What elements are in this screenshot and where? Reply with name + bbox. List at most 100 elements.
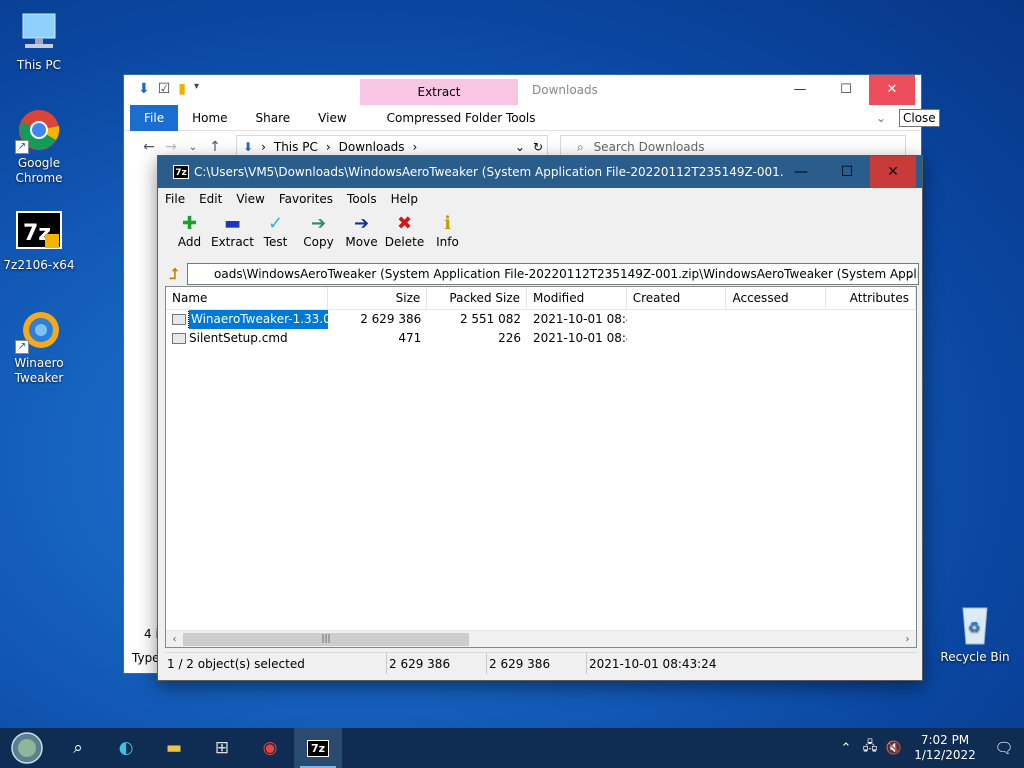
- menu-file[interactable]: File: [158, 192, 192, 206]
- column-header-packed-size[interactable]: Packed Size: [427, 287, 528, 309]
- menu-tools[interactable]: Tools: [340, 192, 384, 206]
- scroll-left-icon[interactable]: ‹: [166, 631, 183, 647]
- file-modified: 2021-10-01 08:43: [533, 331, 627, 345]
- notifications-icon[interactable]: 🗨: [984, 739, 1024, 757]
- taskbar-7zip[interactable]: 7z: [294, 728, 342, 768]
- menu-edit[interactable]: Edit: [192, 192, 229, 206]
- file-name: SilentSetup.cmd: [189, 331, 288, 345]
- refresh-icon[interactable]: ↻: [533, 140, 543, 154]
- extract-button[interactable]: ▬ Extract: [211, 210, 254, 249]
- start-button[interactable]: [0, 728, 54, 768]
- desktop-icon-this-pc[interactable]: This PC: [3, 8, 75, 73]
- up-arrow-icon[interactable]: ↑: [204, 139, 226, 155]
- search-button[interactable]: ⌕: [54, 728, 102, 768]
- breadcrumb-this-pc[interactable]: This PC: [274, 140, 318, 154]
- network-icon[interactable]: 🖧: [858, 737, 882, 759]
- close-button[interactable]: ✕: [870, 156, 916, 188]
- edge-icon: ◐: [118, 738, 134, 758]
- add-button[interactable]: ✚ Add: [168, 210, 211, 249]
- scroll-right-icon[interactable]: ›: [899, 631, 916, 647]
- properties-icon[interactable]: ☑: [158, 81, 171, 97]
- move-button[interactable]: ➔ Move: [340, 210, 383, 249]
- chevron-down-icon[interactable]: ⌄: [876, 111, 886, 125]
- window-title: C:\Users\VM5\Downloads\WindowsAeroTweake…: [194, 165, 784, 179]
- scrollbar-thumb[interactable]: |||: [183, 633, 469, 646]
- taskbar: ⌕ ◐ ▬ ⊞ ◉ 7z ⌃ 🖧 🔇 7:02 PM 1/12/2022 🗨: [0, 728, 1024, 768]
- tab-share[interactable]: Share: [242, 105, 305, 131]
- winaero-tweaker-icon: ↗: [15, 306, 63, 354]
- recycle-bin-icon: ♻: [951, 600, 999, 648]
- taskbar-store[interactable]: ⊞: [198, 728, 246, 768]
- forward-arrow-icon[interactable]: →: [160, 139, 182, 155]
- minimize-button[interactable]: —: [777, 75, 823, 105]
- column-header-name[interactable]: Name: [166, 287, 328, 309]
- file-size: 2 629 386: [360, 312, 422, 326]
- menu-help[interactable]: Help: [384, 192, 425, 206]
- contextual-tab-extract[interactable]: Extract: [360, 79, 518, 105]
- minimize-button[interactable]: —: [778, 156, 824, 188]
- status-bar: 1 / 2 object(s) selected 2 629 386 2 629…: [165, 652, 917, 674]
- breadcrumb-separator-icon: ›: [325, 140, 331, 154]
- desktop-icon-label: Google Chrome: [15, 156, 63, 185]
- breadcrumb-downloads[interactable]: Downloads: [339, 140, 405, 154]
- add-button-label: Add: [177, 235, 202, 249]
- new-folder-icon[interactable]: ▮: [178, 81, 186, 97]
- tab-compressed-folder-tools[interactable]: Compressed Folder Tools: [373, 105, 550, 131]
- info-button[interactable]: ℹ Info: [426, 210, 469, 249]
- file-attributes: [826, 310, 916, 329]
- taskbar-chrome[interactable]: ◉: [246, 728, 294, 768]
- clock[interactable]: 7:02 PM 1/12/2022: [906, 733, 984, 763]
- desktop-icon-recycle-bin[interactable]: ♻ Recycle Bin: [939, 600, 1011, 665]
- back-arrow-icon[interactable]: ←: [138, 139, 160, 155]
- 7zip-titlebar[interactable]: 7z C:\Users\VM5\Downloads\WindowsAeroTwe…: [158, 156, 922, 188]
- desktop-icon-7zip-installer[interactable]: 7z 7z2106-x64: [3, 208, 75, 273]
- 7zip-file-manager-window[interactable]: 7z C:\Users\VM5\Downloads\WindowsAeroTwe…: [157, 155, 923, 681]
- menu-view[interactable]: View: [229, 192, 271, 206]
- copy-button-label: Copy: [303, 235, 334, 249]
- maximize-button[interactable]: ☐: [823, 75, 869, 105]
- close-button[interactable]: ✕: [869, 75, 915, 105]
- column-header-modified[interactable]: Modified: [527, 287, 627, 309]
- tab-file[interactable]: File: [130, 104, 179, 131]
- table-row[interactable]: SilentSetup.cmd 471 226 2021-10-01 08:43: [166, 329, 916, 348]
- horizontal-scrollbar[interactable]: ‹ ||| ›: [166, 630, 916, 647]
- chevron-down-icon[interactable]: ▾: [194, 81, 199, 97]
- chevron-down-icon[interactable]: ⌄: [515, 140, 525, 154]
- tab-home[interactable]: Home: [178, 105, 241, 131]
- chevron-up-icon[interactable]: ⌃: [834, 741, 858, 756]
- desktop-icon-label: This PC: [17, 58, 61, 72]
- file-accessed: [726, 329, 826, 348]
- maximize-button[interactable]: ☐: [824, 156, 870, 188]
- column-header-size[interactable]: Size: [328, 287, 428, 309]
- chevron-down-icon[interactable]: ⌄: [904, 264, 914, 284]
- down-arrow-icon[interactable]: ⬇: [138, 81, 150, 97]
- shortcut-arrow-icon: ↗: [15, 340, 29, 354]
- check-icon: ✓: [267, 213, 284, 234]
- delete-button[interactable]: ✖ Delete: [383, 210, 426, 249]
- search-placeholder: Search Downloads: [593, 140, 705, 154]
- desktop-icon-label: Recycle Bin: [940, 650, 1010, 664]
- explorer-titlebar[interactable]: ⬇ ☑ ▮ ▾ Extract Downloads — ☐ ✕: [124, 75, 921, 105]
- file-list[interactable]: Name Size Packed Size Modified Created A…: [165, 286, 917, 648]
- breadcrumb-separator-icon: ›: [412, 140, 418, 154]
- chevron-down-icon[interactable]: ⌄: [182, 142, 204, 153]
- volume-muted-icon[interactable]: 🔇: [882, 741, 906, 756]
- file-created: [627, 310, 727, 329]
- copy-button[interactable]: ➔ Copy: [297, 210, 340, 249]
- search-icon: ⌕: [73, 738, 83, 758]
- table-row[interactable]: WinaeroTweaker-1.33.0.... 2 629 386 2 55…: [166, 310, 916, 329]
- folder-up-icon[interactable]: ⮥: [161, 265, 187, 283]
- menu-favorites[interactable]: Favorites: [272, 192, 340, 206]
- column-header-attributes[interactable]: Attributes: [826, 287, 916, 309]
- path-text: oads\WindowsAeroTweaker (System Applicat…: [214, 267, 919, 281]
- store-icon: ⊞: [214, 738, 230, 758]
- taskbar-edge[interactable]: ◐: [102, 728, 150, 768]
- column-header-created[interactable]: Created: [627, 287, 727, 309]
- column-header-accessed[interactable]: Accessed: [726, 287, 827, 309]
- desktop-icon-winaero-tweaker[interactable]: ↗ Winaero Tweaker: [3, 306, 75, 386]
- path-combobox[interactable]: oads\WindowsAeroTweaker (System Applicat…: [187, 263, 919, 285]
- tab-view[interactable]: View: [304, 105, 360, 131]
- test-button[interactable]: ✓ Test: [254, 210, 297, 249]
- desktop-icon-google-chrome[interactable]: ↗ Google Chrome: [3, 106, 75, 186]
- taskbar-file-explorer[interactable]: ▬: [150, 728, 198, 768]
